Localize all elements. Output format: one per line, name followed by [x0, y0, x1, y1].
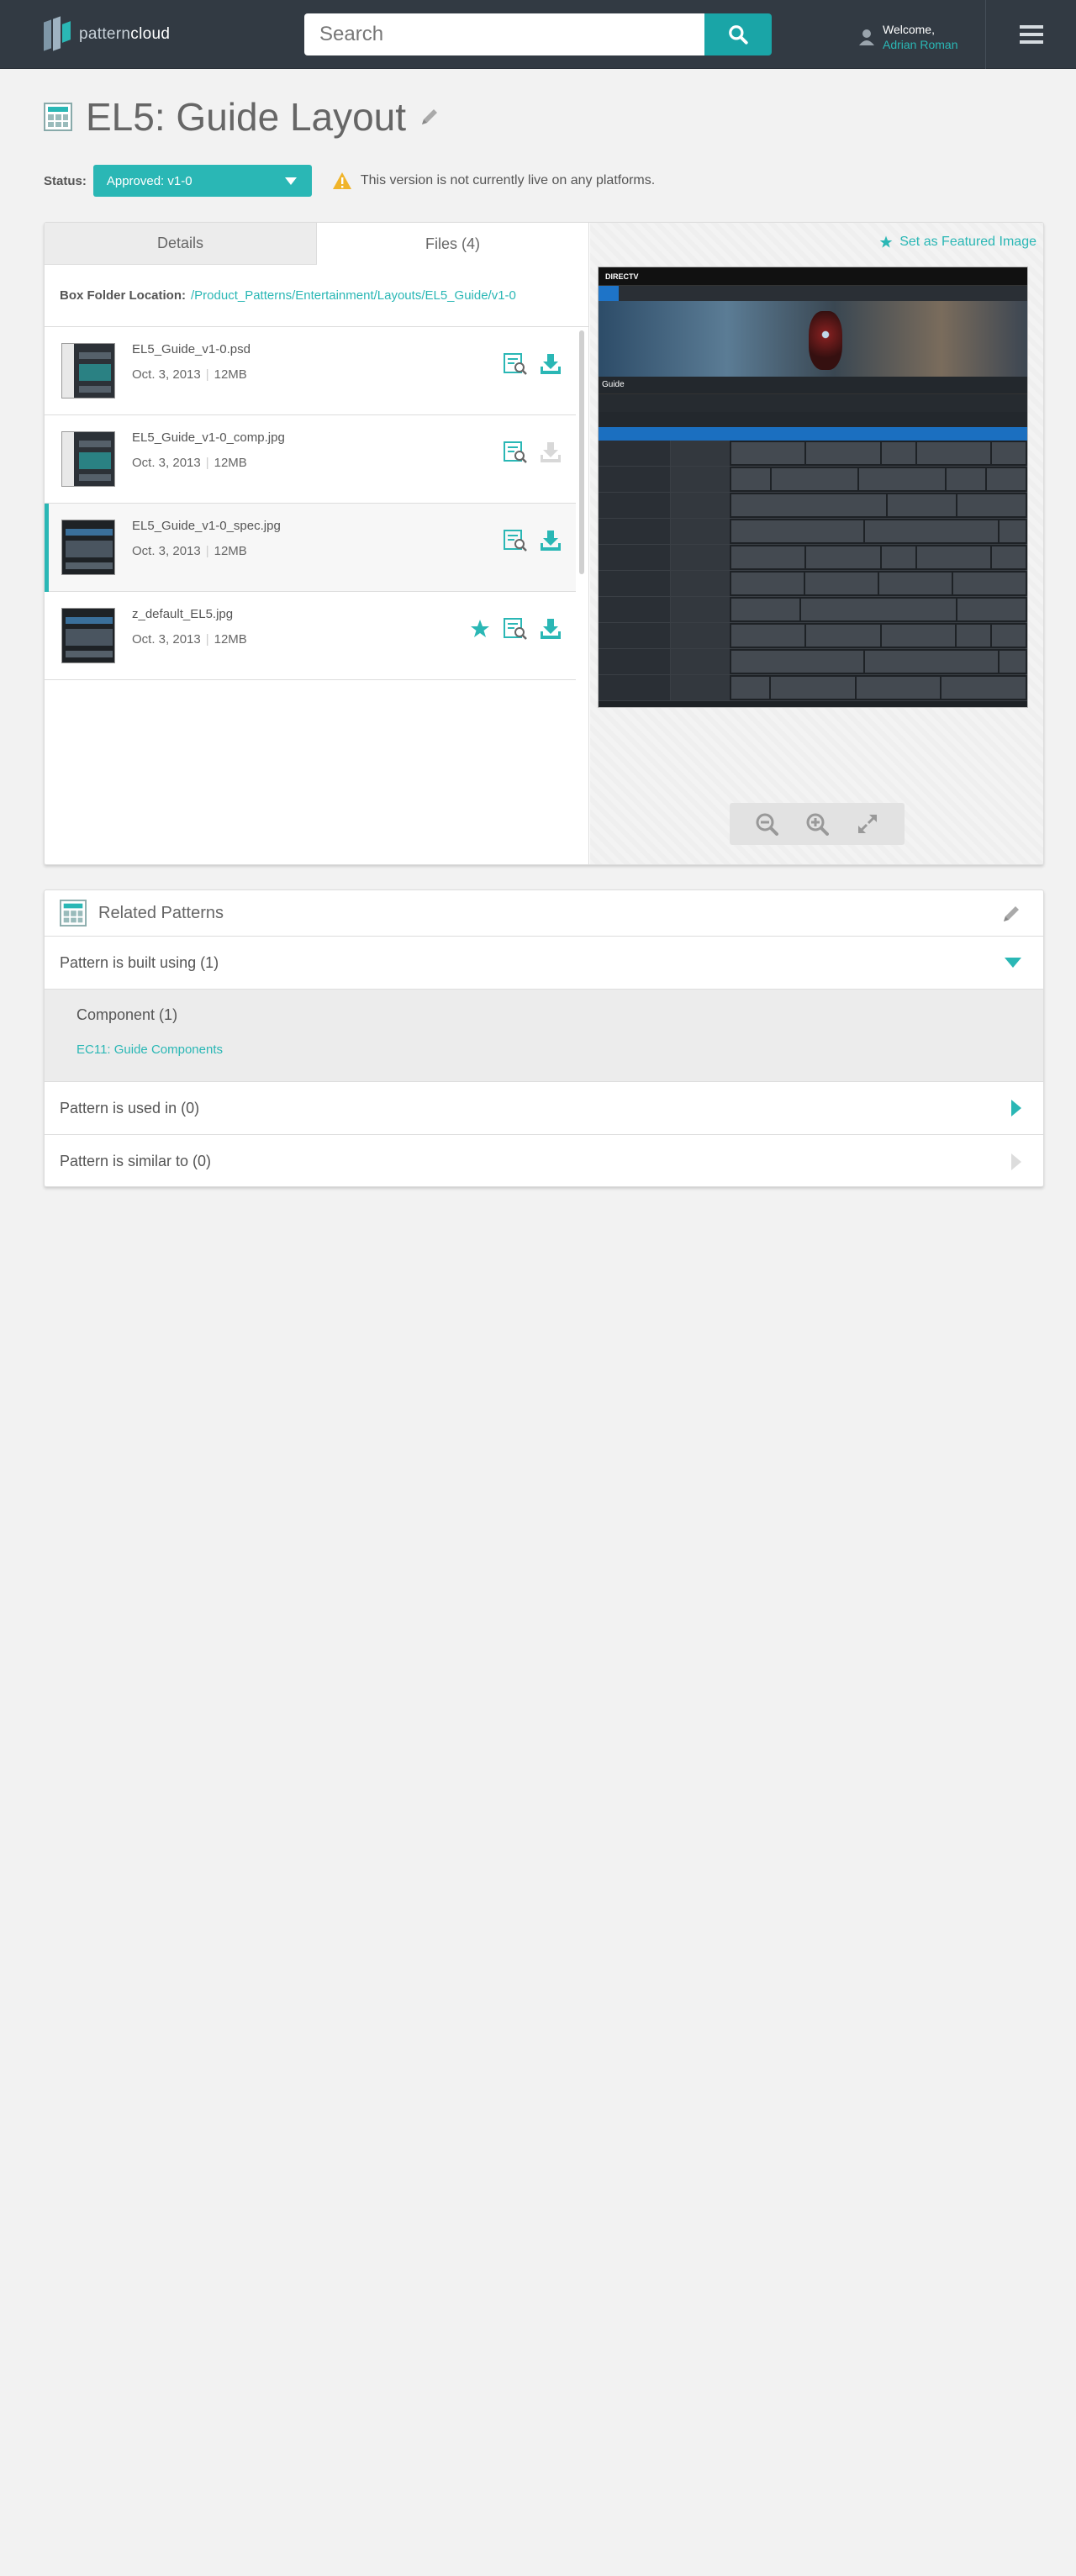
zoom-out-icon[interactable]	[755, 812, 778, 836]
hamburger-icon	[1019, 25, 1043, 44]
file-row[interactable]: EL5_Guide_v1-0_comp.jpg Oct. 3, 2013 | 12M…	[45, 415, 576, 504]
status-dropdown[interactable]: Approved: v1-0	[92, 165, 312, 197]
image-preview[interactable]: DIRECTV Guide	[598, 267, 1028, 708]
used-in-toggle[interactable]: Pattern is used in (0)	[45, 1082, 1043, 1135]
related-patterns-panel: Related Patterns Pattern is built using …	[44, 889, 1044, 1187]
layout-pattern-icon	[60, 900, 87, 926]
page-title-row: EL5: Guide Layout	[44, 94, 440, 140]
logo-text: patterncloud	[79, 25, 171, 43]
box-folder-link[interactable]: /Product_Patterns/Entertainment/Layouts/…	[191, 288, 516, 303]
set-featured-image-button[interactable]: Set as Featured Image	[879, 235, 1036, 250]
file-row-selected[interactable]: EL5_Guide_v1-0_spec.jpg Oct. 3, 2013 | 12M…	[45, 504, 576, 592]
page-title: EL5: Guide Layout	[86, 95, 407, 139]
file-name: EL5_Guide_v1-0_comp.jpg	[132, 430, 285, 445]
tab-files[interactable]: Files (4)	[317, 223, 588, 265]
file-name: EL5_Guide_v1-0_spec.jpg	[132, 519, 281, 533]
caret-down-icon	[1005, 958, 1021, 968]
set-featured-label: Set as Featured Image	[899, 235, 1036, 249]
logo[interactable]: patterncloud	[44, 15, 170, 54]
platform-warning: This version is not currently live on an…	[332, 172, 655, 190]
similar-to-toggle[interactable]: Pattern is similar to (0)	[45, 1135, 1043, 1188]
component-heading: Component (1)	[76, 1006, 178, 1023]
hamburger-menu-button[interactable]	[985, 0, 1076, 69]
edit-title-icon[interactable]	[419, 107, 440, 127]
download-disabled-icon	[539, 441, 562, 464]
file-thumbnail	[61, 520, 115, 575]
related-patterns-title: Related Patterns	[98, 903, 224, 922]
preview-file-icon[interactable]	[504, 441, 527, 464]
caret-right-disabled-icon	[1011, 1153, 1021, 1170]
user-menu[interactable]: Welcome, Adrian Roman	[859, 22, 958, 52]
search-input[interactable]	[304, 13, 704, 55]
preview-file-icon[interactable]	[504, 617, 527, 641]
file-thumbnail	[61, 608, 115, 663]
file-actions	[504, 352, 562, 376]
featured-star-icon	[468, 617, 492, 641]
search-button[interactable]	[704, 13, 772, 55]
preview-guide-label: Guide	[599, 377, 1027, 393]
welcome-text: Welcome,	[883, 23, 935, 36]
file-actions	[468, 617, 562, 641]
preview-brand: DIRECTV	[605, 272, 639, 281]
download-icon[interactable]	[539, 529, 562, 552]
status-row: Status: Approved: v1-0 This version is n…	[44, 165, 655, 197]
files-section: Details Files (4) Box Folder Location: /…	[45, 223, 589, 864]
logo-mark-icon	[44, 16, 72, 53]
edit-related-icon[interactable]	[1001, 904, 1021, 924]
file-meta: Oct. 3, 2013 | 12MB	[132, 456, 247, 470]
file-row[interactable]: EL5_Guide_v1-0.psd Oct. 3, 2013 | 12MB	[45, 327, 576, 415]
file-meta: Oct. 3, 2013 | 12MB	[132, 544, 247, 558]
zoom-in-icon[interactable]	[805, 812, 829, 836]
component-link[interactable]: EC11: Guide Components	[76, 1043, 1011, 1057]
caret-right-icon	[1011, 1100, 1021, 1116]
warning-icon	[332, 172, 351, 189]
built-using-label: Pattern is built using (1)	[60, 953, 219, 971]
file-thumbnail	[61, 431, 115, 487]
tab-bar: Details Files (4)	[45, 223, 588, 265]
used-in-label: Pattern is used in (0)	[60, 1099, 200, 1116]
box-folder-label: Box Folder Location:	[60, 288, 186, 303]
file-thumbnail	[61, 343, 115, 399]
star-icon	[879, 235, 893, 248]
file-actions	[504, 529, 562, 552]
user-icon	[859, 29, 874, 45]
box-folder-location: Box Folder Location: /Product_Patterns/E…	[45, 265, 588, 327]
related-patterns-header: Related Patterns	[45, 890, 1043, 937]
file-row[interactable]: z_default_EL5.jpg Oct. 3, 2013 | 12MB	[45, 592, 576, 680]
file-meta: Oct. 3, 2013 | 12MB	[132, 367, 247, 382]
file-actions	[504, 441, 562, 464]
file-meta: Oct. 3, 2013 | 12MB	[132, 632, 247, 647]
layout-pattern-icon	[44, 103, 72, 131]
file-list: EL5_Guide_v1-0.psd Oct. 3, 2013 | 12MB EL5…	[45, 327, 576, 680]
search-icon	[729, 25, 748, 45]
user-name[interactable]: Adrian Roman	[883, 37, 958, 52]
download-icon[interactable]	[539, 617, 562, 641]
preview-file-icon[interactable]	[504, 529, 527, 552]
file-list-scroll-thumb[interactable]	[579, 330, 584, 574]
warning-text: This version is not currently live on an…	[360, 173, 656, 187]
caret-down-icon	[284, 177, 297, 185]
pattern-files-panel: Details Files (4) Box Folder Location: /…	[44, 222, 1044, 865]
fullscreen-icon[interactable]	[856, 812, 879, 836]
download-icon[interactable]	[539, 352, 562, 376]
built-using-toggle[interactable]: Pattern is built using (1)	[45, 937, 1043, 990]
tab-details[interactable]: Details	[45, 223, 317, 265]
similar-to-label: Pattern is similar to (0)	[60, 1153, 212, 1169]
zoom-controls	[730, 803, 905, 845]
file-name: EL5_Guide_v1-0.psd	[132, 342, 251, 356]
preview-section: Set as Featured Image DIRECTV Guide	[590, 223, 1043, 864]
file-name: z_default_EL5.jpg	[132, 607, 234, 621]
status-label: Status:	[44, 173, 87, 188]
status-value: Approved: v1-0	[106, 173, 193, 188]
built-using-content: Component (1) EC11: Guide Components	[45, 990, 1043, 1082]
top-bar: patterncloud Welcome, Adrian Roman	[0, 0, 1076, 69]
preview-file-icon[interactable]	[504, 352, 527, 376]
search-bar	[304, 13, 772, 55]
